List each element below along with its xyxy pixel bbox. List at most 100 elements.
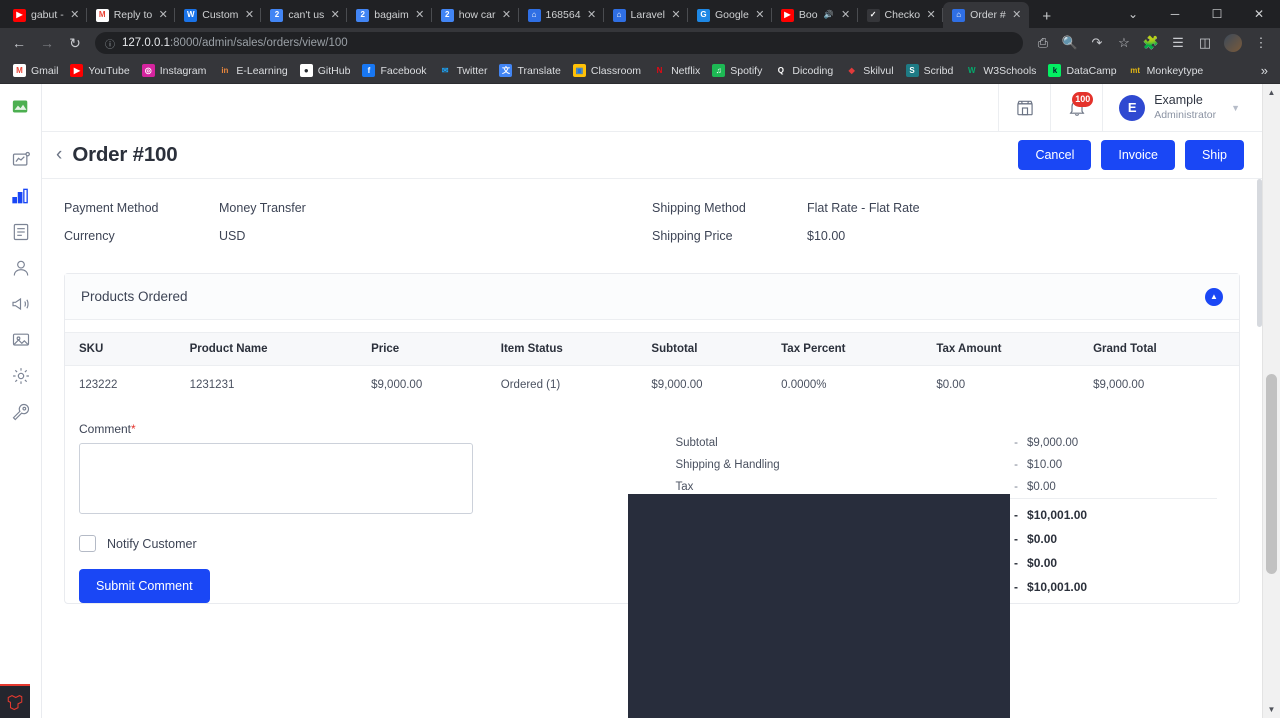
sidebar-item-catalog[interactable]	[0, 214, 42, 250]
bookmark-item[interactable]: ◎ Instagram	[136, 62, 213, 79]
bookmark-label: Scribd	[923, 64, 954, 77]
bookmark-item[interactable]: ✉ Twitter	[433, 62, 494, 79]
tab-search-button[interactable]: ⌄	[1112, 0, 1154, 28]
extensions-icon[interactable]: 🧩	[1138, 30, 1164, 56]
close-icon[interactable]: ✕	[925, 9, 937, 21]
mute-icon[interactable]: 🔊	[823, 11, 835, 19]
sidebar-item-settings[interactable]	[0, 358, 42, 394]
close-icon[interactable]: ✕	[840, 9, 852, 21]
star-icon[interactable]: ☆	[1111, 30, 1137, 56]
bookmark-item[interactable]: ● GitHub	[294, 62, 357, 79]
notify-customer-checkbox[interactable]	[79, 535, 96, 552]
close-icon[interactable]: ✕	[414, 9, 426, 21]
totals-value: $0.00	[1027, 556, 1058, 570]
close-icon[interactable]: ✕	[586, 9, 598, 21]
maximize-button[interactable]: ☐	[1196, 0, 1238, 28]
sidebar-item-customers[interactable]	[0, 250, 42, 286]
close-icon[interactable]: ✕	[501, 9, 513, 21]
sidebar-item-tools[interactable]	[0, 394, 42, 430]
translate-icon[interactable]: ⎙	[1030, 30, 1056, 56]
close-icon[interactable]: ✕	[670, 9, 682, 21]
ship-button[interactable]: Ship	[1184, 140, 1244, 170]
close-icon[interactable]: ✕	[329, 9, 341, 21]
page-title: Order #100	[72, 143, 178, 166]
browser-tab[interactable]: ⌂ 168564 ✕	[519, 2, 604, 28]
bookmark-label: Netflix	[671, 64, 701, 77]
invoice-button[interactable]: Invoice	[1101, 140, 1175, 170]
laravel-icon: ⌂	[612, 8, 626, 22]
bookmark-item[interactable]: ▶ YouTube	[64, 62, 135, 79]
bookmark-item[interactable]: f Facebook	[356, 62, 432, 79]
bookmark-item[interactable]: 文 Translate	[493, 62, 566, 79]
zoom-out-icon[interactable]: 🔍	[1057, 30, 1083, 56]
sidepanel-icon[interactable]: ◫	[1192, 30, 1218, 56]
laravel-logo-icon	[0, 684, 30, 718]
bookmark-item[interactable]: in E-Learning	[212, 62, 293, 79]
info-label: Shipping Method	[652, 201, 746, 215]
scroll-down-arrow[interactable]: ▼	[1263, 701, 1280, 718]
back-icon[interactable]: ←	[6, 30, 32, 56]
chevron-down-icon[interactable]: ▼	[1231, 103, 1240, 113]
bookmark-favicon: mt	[1128, 64, 1142, 77]
slides-icon: G	[697, 8, 710, 22]
browser-tab[interactable]: ⌂ Laravel ✕	[604, 2, 689, 28]
bookmark-item[interactable]: ▣ Classroom	[567, 62, 647, 79]
browser-tab[interactable]: ▶ Boo 🔊 ✕	[772, 2, 858, 28]
reading-list-icon[interactable]: ☰	[1165, 30, 1191, 56]
sidebar-item-dashboard[interactable]	[0, 142, 42, 178]
comment-label-text: Comment	[79, 422, 132, 436]
profile-avatar[interactable]	[1224, 34, 1242, 52]
browser-tab[interactable]: 2 can't us ✕	[261, 2, 348, 28]
user-menu[interactable]: E Example Administrator ▼	[1102, 84, 1244, 132]
bookmark-item[interactable]: N Netflix	[647, 62, 706, 79]
sidebar-item-sales[interactable]	[0, 178, 42, 214]
browser-tab[interactable]: W Custom ✕	[175, 2, 262, 28]
sidebar-item-marketing[interactable]	[0, 286, 42, 322]
close-icon[interactable]: ✕	[243, 9, 255, 21]
chevron-up-icon[interactable]: ▲	[1205, 287, 1223, 306]
close-icon[interactable]: ✕	[157, 9, 169, 21]
notifications-button[interactable]: 100	[1050, 84, 1102, 132]
browser-tab[interactable]: G Google ✕	[688, 2, 772, 28]
address-bar[interactable]: ⓘ 127.0.0.1:8000/admin/sales/orders/view…	[95, 32, 1023, 54]
browser-tab[interactable]: ⌂ Order # ✕	[943, 2, 1029, 28]
bookmark-item[interactable]: W W3Schools	[959, 62, 1042, 79]
page-scrollbar[interactable]: ▲ ▼	[1262, 84, 1280, 718]
forward-icon[interactable]: →	[34, 30, 60, 56]
chevron-left-icon[interactable]: ‹	[56, 144, 62, 166]
minimize-button[interactable]: ─	[1154, 0, 1196, 28]
close-window-button[interactable]: ✕	[1238, 0, 1280, 28]
cancel-button[interactable]: Cancel	[1018, 140, 1092, 170]
storefront-icon[interactable]	[998, 84, 1050, 132]
column-header: SKU	[65, 332, 182, 366]
browser-tab[interactable]: ✓ Checko ✕	[858, 2, 944, 28]
scrollbar-thumb[interactable]	[1266, 374, 1277, 574]
bookmark-item[interactable]: Q Dicoding	[768, 62, 839, 79]
laravel-icon: ⌂	[527, 8, 541, 22]
bookmark-item[interactable]: M Gmail	[7, 62, 64, 79]
browser-tab[interactable]: 2 how car ✕	[432, 2, 519, 28]
app-logo-icon[interactable]	[12, 98, 29, 120]
close-icon[interactable]: ✕	[1011, 9, 1023, 21]
browser-tab[interactable]: M Reply to ✕	[87, 2, 176, 28]
bookmark-item[interactable]: ♫ Spotify	[706, 62, 768, 79]
close-icon[interactable]: ✕	[754, 9, 766, 21]
bookmarks-overflow-button[interactable]: »	[1256, 63, 1273, 78]
bookmark-item[interactable]: k DataCamp	[1042, 62, 1122, 79]
browser-tab[interactable]: ▶ gabut - ✕	[4, 2, 87, 28]
scroll-up-arrow[interactable]: ▲	[1263, 84, 1280, 101]
comment-input[interactable]	[79, 443, 473, 514]
bookmark-item[interactable]: S Scribd	[900, 62, 960, 79]
submit-comment-button[interactable]: Submit Comment	[79, 569, 210, 603]
browser-tab[interactable]: 2 bagaim ✕	[347, 2, 433, 28]
bookmark-item[interactable]: ◆ Skilvul	[839, 62, 899, 79]
new-tab-button[interactable]: +	[1036, 9, 1058, 24]
sidebar-item-content[interactable]	[0, 322, 42, 358]
menu-icon[interactable]: ⋮	[1248, 30, 1274, 56]
notify-customer-row[interactable]: Notify Customer	[79, 535, 661, 552]
close-icon[interactable]: ✕	[69, 9, 81, 21]
reload-icon[interactable]: ↻	[62, 30, 88, 56]
share-icon[interactable]: ↷	[1084, 30, 1110, 56]
products-card-header[interactable]: Products Ordered ▲	[65, 274, 1239, 320]
bookmark-item[interactable]: mt Monkeytype	[1123, 62, 1210, 79]
